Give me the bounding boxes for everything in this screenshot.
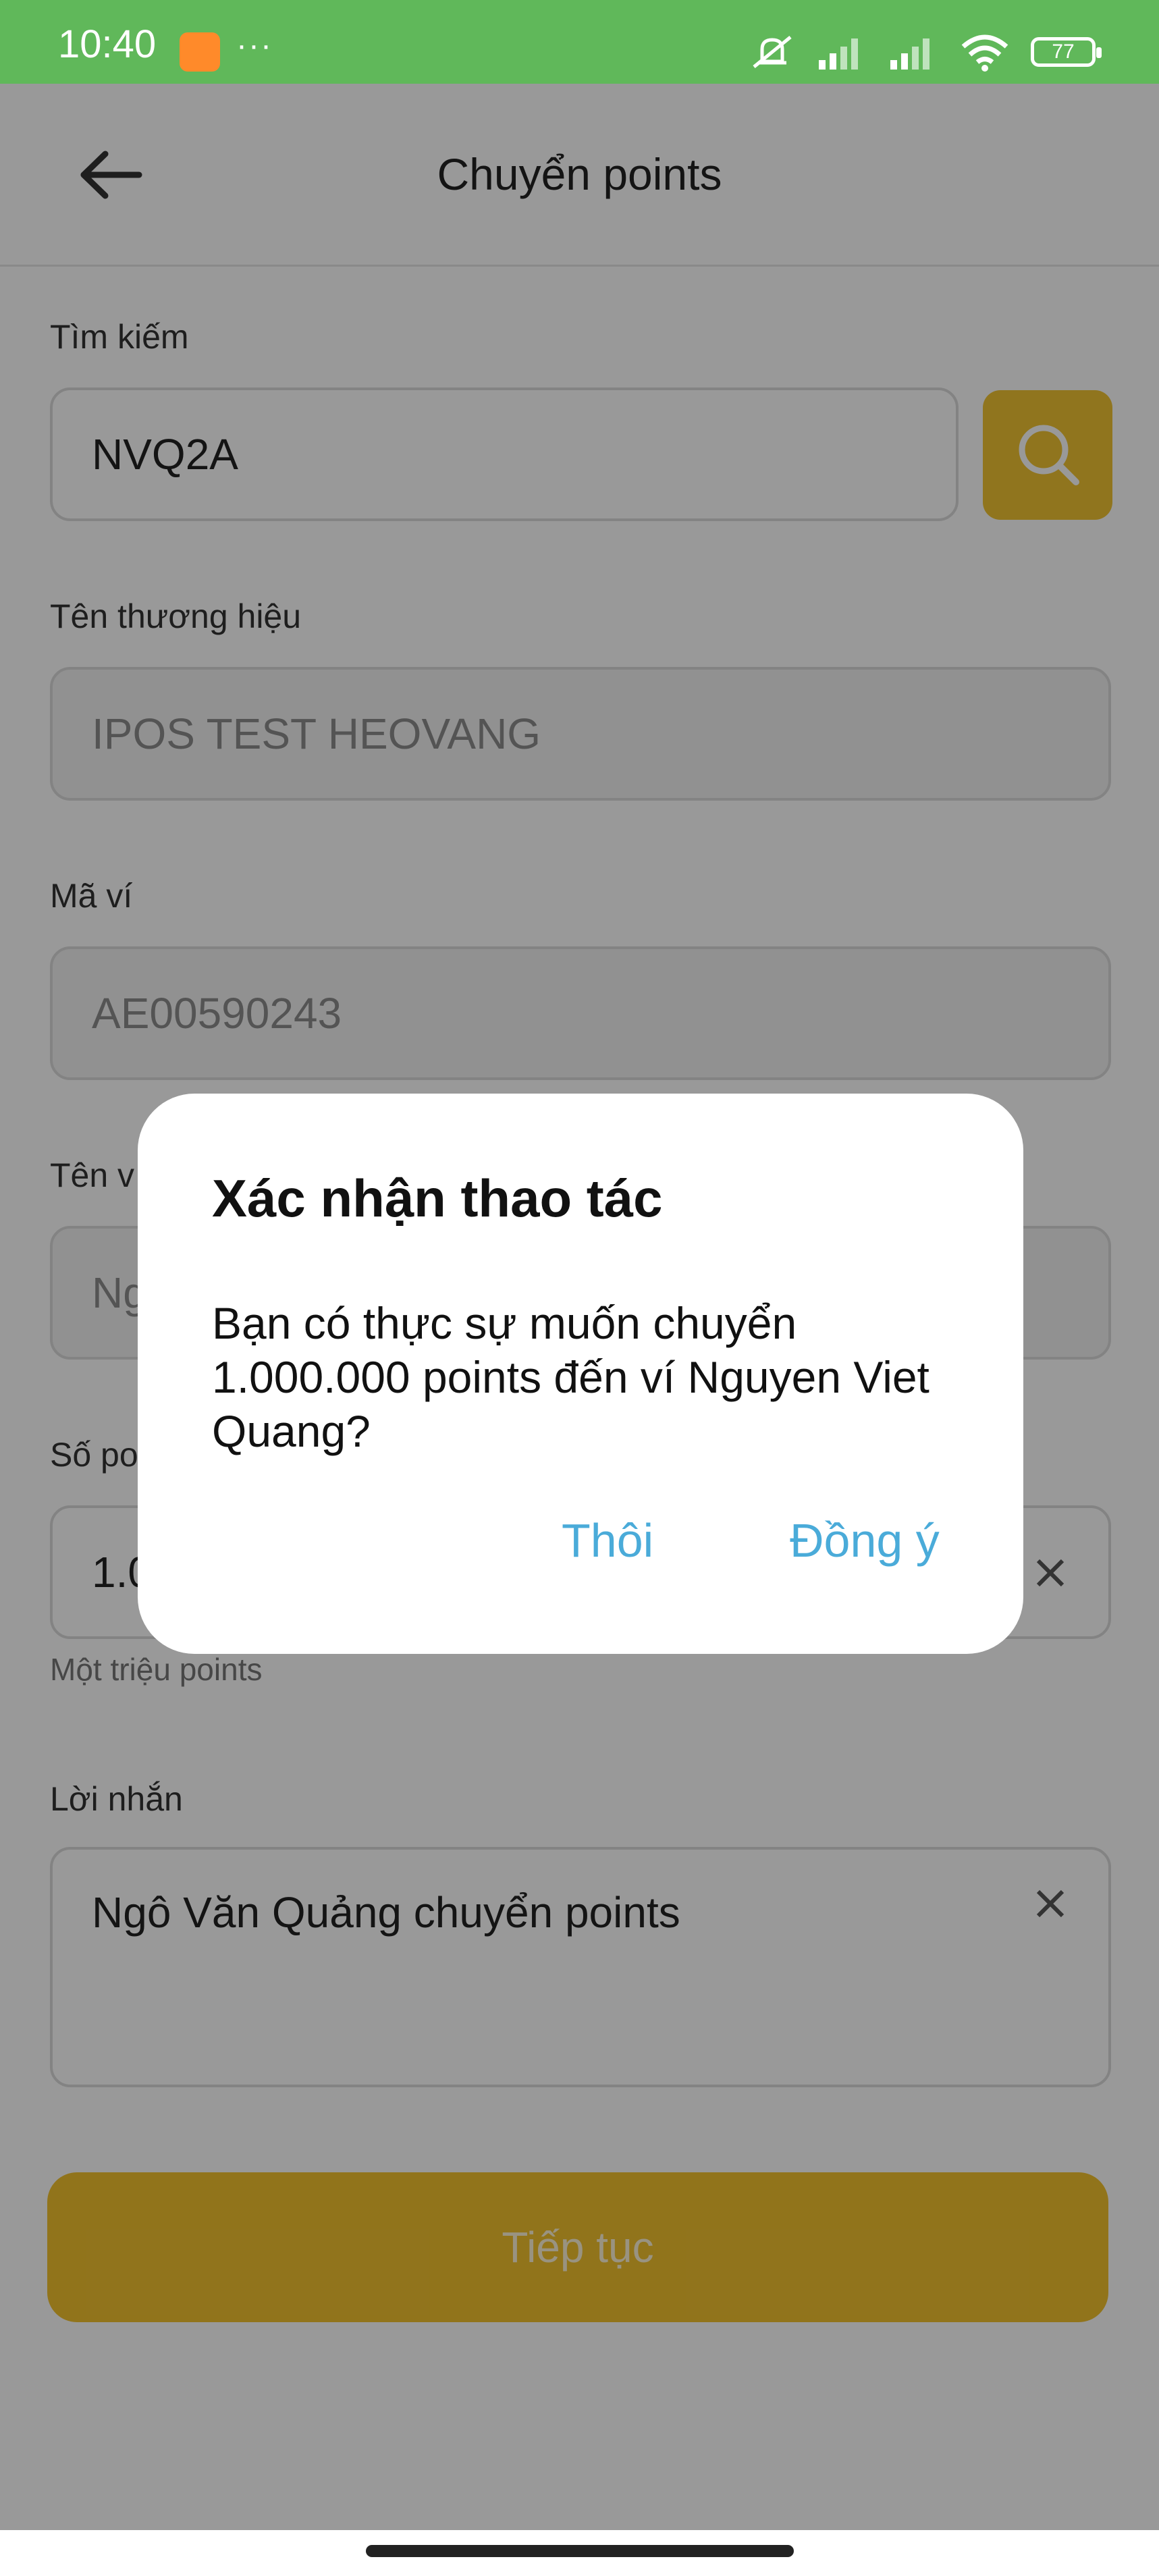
cancel-button[interactable]: Thôi bbox=[562, 1513, 653, 1567]
signal-icon bbox=[819, 38, 858, 70]
signal-icon bbox=[890, 38, 929, 70]
app-notification-icon bbox=[180, 32, 220, 72]
wifi-icon bbox=[961, 34, 1008, 72]
battery-icon: 77 bbox=[1031, 37, 1102, 67]
more-notifications-icon: ··· bbox=[236, 28, 273, 63]
home-indicator[interactable] bbox=[366, 2545, 794, 2557]
status-time: 10:40 bbox=[58, 22, 157, 66]
confirm-dialog: Xác nhận thao tác Bạn có thực sự muốn ch… bbox=[138, 1094, 1023, 1654]
status-bar: 10:40 ··· 77 bbox=[0, 0, 1159, 84]
navigation-bar bbox=[0, 2530, 1159, 2576]
confirm-button[interactable]: Đồng ý bbox=[790, 1513, 940, 1567]
silent-icon bbox=[753, 36, 792, 68]
dialog-title: Xác nhận thao tác bbox=[212, 1169, 663, 1228]
dialog-message: Bạn có thực sự muốn chuyển 1.000.000 poi… bbox=[212, 1298, 929, 1456]
status-icons: 77 bbox=[749, 28, 1102, 76]
